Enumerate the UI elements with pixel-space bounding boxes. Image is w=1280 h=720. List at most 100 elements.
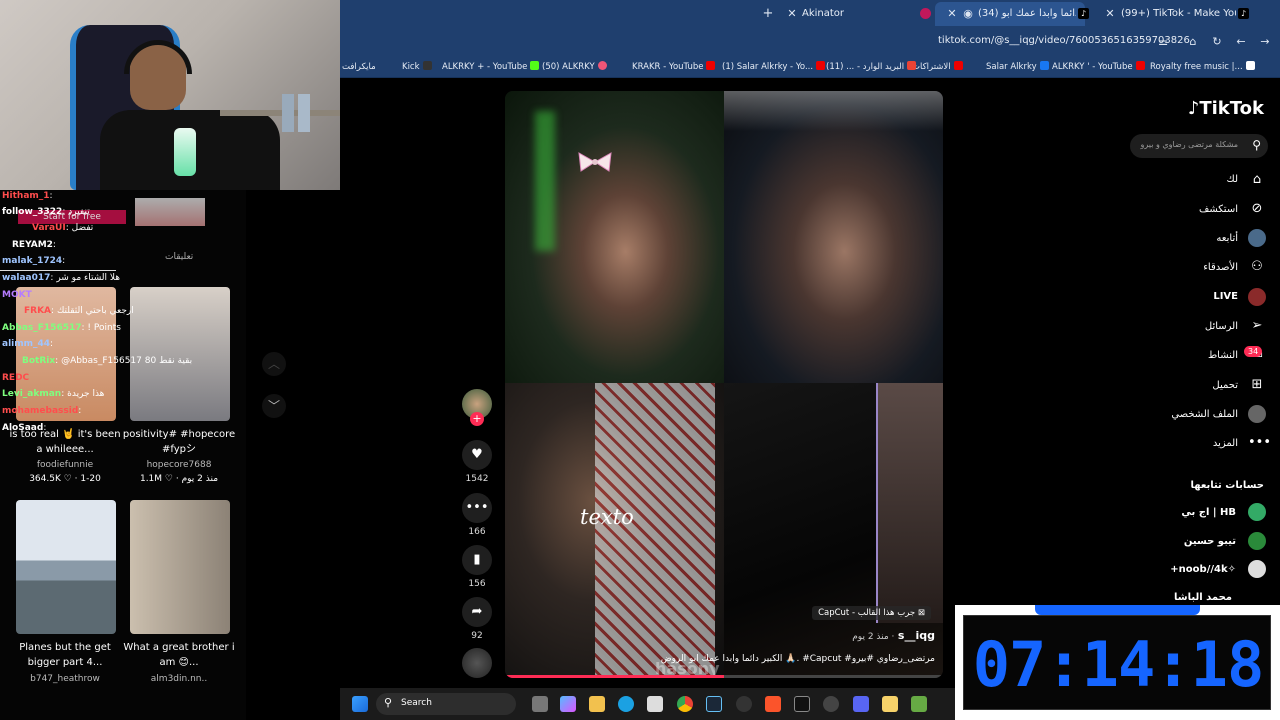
capcut-app-icon[interactable] [794,696,810,712]
nav-activity[interactable]: النشاط [1208,350,1238,361]
close-tab-icon[interactable]: ✕ [1104,4,1116,24]
folder-icon[interactable] [589,696,605,712]
scroll-up-button[interactable]: ︿ [262,352,286,376]
bookmark-item[interactable]: (11) ... - البريد الوارد [826,59,919,75]
nav-explore[interactable]: استكشف [1199,204,1238,215]
youtube-icon [953,61,963,70]
close-tab-icon[interactable]: ✕ [946,4,958,24]
nav-following[interactable]: أتابعه [1216,233,1238,244]
bookmark-item[interactable]: ALKRKY + - YouTube [442,59,542,75]
bookmark-item[interactable]: Salar Alkrky [986,59,1052,75]
windows-start-icon[interactable] [352,696,368,712]
nav-profile[interactable]: الملف الشخصي [1171,409,1238,420]
bookmark-item[interactable]: (1) Salar Alkrky - Yo... [722,59,828,75]
brave-icon[interactable] [765,696,781,712]
notes-icon[interactable] [882,696,898,712]
more-icon: ••• [1248,435,1272,450]
thumbnail-author[interactable]: foodiefunnie [6,460,124,470]
followed-account[interactable]: +noob//4k✧ [1170,564,1236,575]
like-button[interactable]: ♥ 1542 [460,440,494,484]
bookmark-item[interactable]: ALKRKY ' - YouTube [1052,59,1148,75]
thumbnail-author[interactable]: hopecore7688 [120,460,238,470]
channel-icon [597,61,607,70]
bookmark-item[interactable]: Royalty free music |... [1150,59,1258,75]
video-time: منذ 2 يوم · [852,632,895,642]
nav-friends[interactable]: الأصدقاء [1203,262,1238,273]
chat-line: malak_1724: [2,256,66,266]
bookmark-item[interactable]: الاشتراكات [912,59,966,75]
task-view-icon[interactable] [532,696,548,712]
bookmark-item[interactable]: (50) ALKRKY [542,59,610,75]
nav-messages[interactable]: الرسائل [1205,321,1238,332]
live-icon [1248,288,1266,306]
kick-icon [530,61,540,70]
chrome-icon[interactable] [677,696,693,712]
video-progress-bar[interactable] [505,675,943,678]
heart-icon: ♥ [462,440,492,470]
nav-more[interactable]: المزيد [1213,438,1238,449]
timer-top-bar [1035,605,1200,615]
follow-button[interactable]: + [470,412,484,426]
save-count: 156 [468,579,486,589]
minecraft-icon[interactable] [911,696,927,712]
obs-icon[interactable] [736,696,752,712]
music-disc[interactable] [460,648,494,678]
new-tab-button[interactable]: + [762,4,774,24]
share-button[interactable]: ➦ 92 [460,597,494,641]
comments-tab[interactable]: تعليقات [165,252,193,262]
store-icon[interactable] [647,696,663,712]
save-button[interactable]: ▮ 156 [460,545,494,589]
audio-icon: ◉ [963,7,973,20]
thumbnail-author[interactable]: alm3din.nn.. [120,674,238,684]
nav-upload[interactable]: تحميل [1212,380,1238,391]
discord-icon[interactable] [853,696,869,712]
search-box[interactable]: مشكلة مرتضى رضاوي و بيرو ⚲ [1130,134,1268,158]
scroll-down-button[interactable]: ﹀ [262,394,286,418]
tab-tiktok-home[interactable]: (99+) TikTok - Make Your Day [1121,4,1236,24]
friends-icon: ⚇ [1251,259,1263,274]
bookmark-item[interactable]: Kick [402,59,435,75]
creator-avatar[interactable]: + [460,389,494,426]
copilot-icon[interactable] [560,696,576,712]
video-thumbnail[interactable] [16,500,116,634]
youtube-icon [816,61,826,70]
nav-for-you[interactable]: لك [1227,174,1238,185]
taskbar-search[interactable]: ⚲ Search [376,693,516,715]
url-field[interactable]: tiktok.com/@s__iqg/video/760053651635970… [938,35,1190,46]
tiktok-note-icon: ♪ [1187,98,1200,119]
video-author[interactable]: s__iqg [898,629,935,642]
capcut-tag[interactable]: CapCut - جرب هذا القالب ⊠ [812,606,931,620]
back-icon[interactable]: ← [1234,35,1248,49]
bookmark-item[interactable]: KRAKR - YouTube [632,59,718,75]
bookmark-item[interactable]: مايكرافت [342,59,376,75]
k-icon [422,61,432,70]
video-thumbnail[interactable] [130,500,230,634]
comment-button[interactable]: ••• 166 [460,493,494,537]
thumbnail-stats: 364.5K ♡ · 1-20 [29,474,101,484]
video-thumbnail[interactable] [130,287,230,421]
tab-current-video[interactable]: (34) الكبير دائما وابدا عمك ابو [978,4,1076,24]
edge-icon[interactable] [618,696,634,712]
video-author-line: منذ 2 يوم · s__iqg [852,629,935,642]
steam-icon[interactable] [706,696,722,712]
thumbnail-author[interactable]: b747_heathrow [6,674,124,684]
activity-badge: 34 [1244,346,1263,357]
search-icon[interactable]: ⚲ [1252,138,1261,152]
forward-icon[interactable]: → [1258,35,1272,49]
tiktok-tab-icon: ♪ [1078,8,1089,19]
settings-icon[interactable] [823,696,839,712]
nav-live[interactable]: LIVE [1213,291,1238,302]
taskbar-search-label: Search [401,698,432,708]
followed-account[interactable]: اج بي | HB [1181,507,1236,518]
tab-akinator[interactable]: Akinator [802,4,882,24]
desk-bottles [282,94,322,132]
followed-account[interactable]: محمد الباشا [1174,592,1232,603]
reload-icon[interactable]: ↻ [1210,35,1224,49]
facebook-icon [1039,61,1049,70]
search-input[interactable]: مشكلة مرتضى رضاوي و بيرو [1141,140,1238,149]
tiktok-logo[interactable]: ♪TikTok [1188,98,1264,119]
video-player[interactable]: texto CapCut - جرب هذا القالب ⊠ منذ 2 يو… [505,91,943,678]
followed-account[interactable]: تيبو حسين [1184,536,1236,547]
close-tab-icon[interactable]: ✕ [786,4,798,24]
mail-icon [907,61,917,70]
